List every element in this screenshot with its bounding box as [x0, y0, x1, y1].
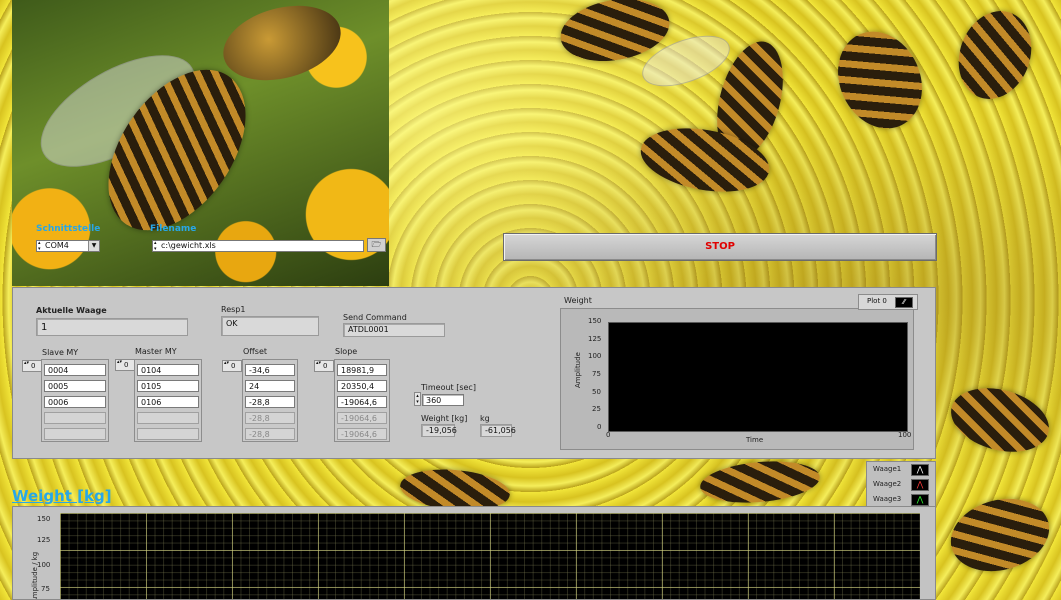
port-value: COM4: [45, 241, 69, 250]
resp-indicator: OK: [221, 316, 319, 336]
resp-label: Resp1: [221, 305, 246, 314]
bee-image: [942, 488, 1058, 582]
offset-cell[interactable]: -28,8: [245, 396, 295, 408]
timeout-input[interactable]: 360: [422, 394, 464, 406]
slope-cell[interactable]: 20350,4: [337, 380, 387, 392]
xtick-label: 100: [898, 431, 912, 439]
slave-my-cell[interactable]: 0006: [44, 396, 106, 408]
chevron-down-icon[interactable]: ▼: [88, 241, 99, 251]
ytick-label: 25: [592, 405, 601, 413]
master-my-cell[interactable]: [137, 412, 199, 424]
file-path-input[interactable]: ▴ ▾ c:\gewicht.xls: [152, 240, 364, 252]
master-my-cell[interactable]: [137, 428, 199, 440]
file-label: Filename: [150, 224, 197, 234]
ytick-label: 100: [37, 561, 51, 569]
slave-my-cell[interactable]: 0004: [44, 364, 106, 376]
kg-label: kg: [480, 414, 490, 423]
offset-cell[interactable]: 24: [245, 380, 295, 392]
slave-my-cell[interactable]: [44, 428, 106, 440]
browse-button[interactable]: 🗁: [367, 238, 386, 252]
kg-indicator: -61,056: [480, 424, 516, 437]
weight-history-plot: [60, 513, 920, 599]
bee-image: [943, 378, 1057, 462]
slave-my-cell[interactable]: [44, 412, 106, 424]
weight-graph-ylabel: Amplitude: [574, 352, 582, 388]
weight-indicator: -19,056: [421, 424, 457, 437]
plot-legend-swatch: ⁄⁄: [895, 297, 913, 308]
weight-graph-xlabel: Time: [746, 436, 764, 444]
slope-cell[interactable]: -19064,6: [337, 396, 387, 408]
weight-graph: Weight Plot 0 ⁄⁄ Amplitude Time 150 125 …: [560, 294, 932, 450]
timeout-label: Timeout [sec]: [421, 383, 476, 392]
weight-history-graph: 150 125 100 75 Amplitude / kg: [12, 506, 936, 600]
file-path-icon: ▴ ▾: [154, 240, 157, 252]
slave-my-label: Slave MY: [42, 348, 79, 357]
port-select[interactable]: ▴ ▾ COM4 ▼: [36, 240, 100, 252]
timeout-stepper[interactable]: ▴ ▾: [414, 392, 421, 406]
offset-array: -34,6 24 -28,8 -28,8 -28,8: [242, 359, 298, 442]
slave-my-index[interactable]: 0: [22, 360, 42, 372]
ytick-label: 125: [37, 536, 51, 544]
ytick-label: 125: [588, 335, 602, 343]
master-my-cell[interactable]: 0104: [137, 364, 199, 376]
big-graph-legend: Waage1 ⋀ Waage2 ⋀ Waage3 ⋀: [866, 461, 936, 509]
folder-icon: 🗁: [371, 240, 382, 249]
offset-cell[interactable]: -34,6: [245, 364, 295, 376]
slave-my-cell[interactable]: 0005: [44, 380, 106, 392]
xtick-label: 0: [606, 431, 611, 439]
send-command-indicator: ATDL0001: [343, 323, 445, 337]
master-my-array: 0104 0105 0106: [134, 359, 202, 442]
stop-button[interactable]: STOP: [503, 233, 937, 261]
bee-image: [698, 456, 822, 508]
ytick-label: 50: [592, 388, 601, 396]
master-my-index[interactable]: 0: [115, 359, 135, 371]
ytick-label: 100: [588, 352, 602, 360]
weight-label: Weight [kg]: [421, 414, 468, 423]
ytick-label: 150: [588, 317, 602, 325]
slope-index[interactable]: 0: [314, 360, 334, 372]
legend-waage2-swatch: ⋀: [911, 479, 929, 491]
current-scale-label: Aktuelle Waage: [36, 306, 107, 315]
slope-cell[interactable]: -19064,6: [337, 428, 387, 440]
file-path-value: c:\gewicht.xls: [161, 241, 216, 250]
port-stepper[interactable]: ▴ ▾: [38, 240, 41, 252]
slave-my-array: 0004 0005 0006: [41, 359, 109, 442]
master-my-label: Master MY: [135, 347, 177, 356]
legend-waage2: Waage2: [873, 480, 902, 488]
legend-waage1-swatch: ⋀: [911, 464, 929, 476]
weight-graph-plot: [608, 322, 908, 432]
bee-image: [822, 17, 938, 143]
ytick-label: 75: [592, 370, 601, 378]
legend-waage3: Waage3: [873, 495, 902, 503]
offset-label: Offset: [243, 347, 268, 356]
plot-legend: Plot 0 ⁄⁄: [858, 294, 918, 310]
bee-head-image: [214, 0, 350, 93]
weight-graph-title: Weight: [564, 296, 592, 305]
port-label: Schnittstelle: [36, 224, 101, 234]
send-command-label: Send Command: [343, 313, 407, 322]
master-my-cell[interactable]: 0105: [137, 380, 199, 392]
big-graph-ylabel: Amplitude / kg: [31, 551, 39, 600]
offset-cell[interactable]: -28,8: [245, 428, 295, 440]
bee-image: [946, 0, 1044, 110]
ytick-label: 150: [37, 515, 51, 523]
legend-waage1: Waage1: [873, 465, 902, 473]
legend-waage3-swatch: ⋀: [911, 494, 929, 506]
plot-legend-label: Plot 0: [867, 297, 887, 305]
ytick-label: 75: [41, 585, 50, 593]
ytick-label: 0: [597, 423, 602, 431]
offset-cell[interactable]: -28,8: [245, 412, 295, 424]
slope-cell[interactable]: 18981,9: [337, 364, 387, 376]
master-my-cell[interactable]: 0106: [137, 396, 199, 408]
current-scale-indicator: 1: [36, 318, 188, 336]
slope-array: 18981,9 20350,4 -19064,6 -19064,6 -19064…: [334, 359, 390, 442]
offset-index[interactable]: 0: [222, 360, 242, 372]
control-panel: Aktuelle Waage 1 Resp1 OK Send Command A…: [12, 287, 936, 459]
big-graph-title: Weight [kg]: [12, 487, 112, 505]
slope-cell[interactable]: -19064,6: [337, 412, 387, 424]
slope-label: Slope: [335, 347, 358, 356]
